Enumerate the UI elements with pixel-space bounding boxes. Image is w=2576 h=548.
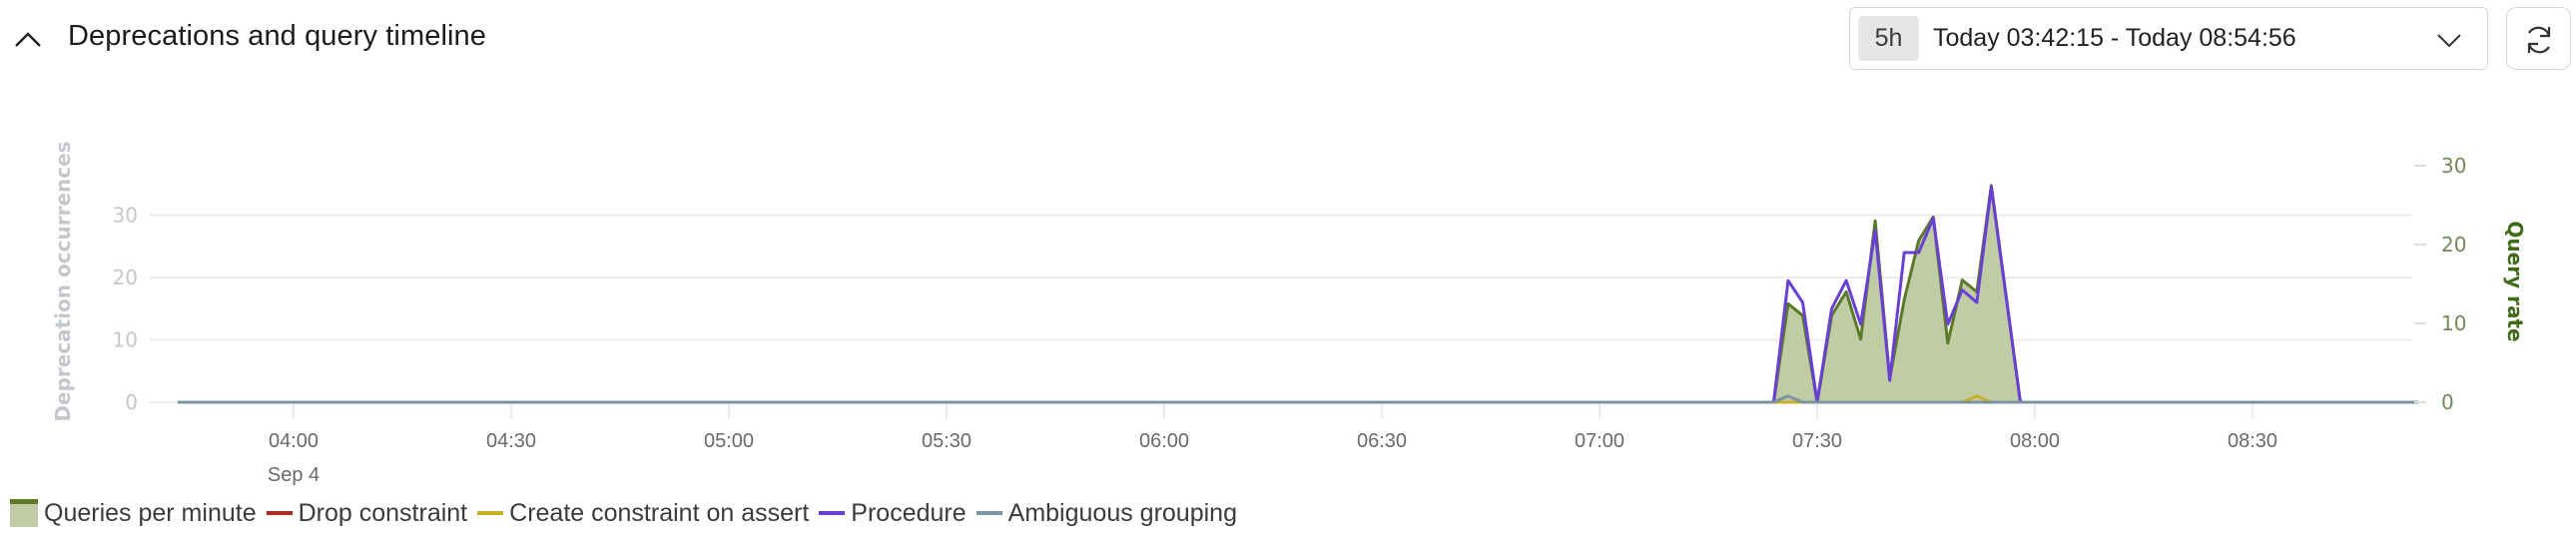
x-axis-tick-label: 07:00 <box>1575 430 1624 452</box>
x-axis-tick-label: 07:30 <box>1792 430 1842 452</box>
x-axis-tick-label: 08:00 <box>2010 430 2060 452</box>
panel-title: Deprecations and query timeline <box>68 20 486 52</box>
left-axis-tick-label: 20 <box>113 266 138 289</box>
right-axis-label: Query rate <box>2503 221 2527 341</box>
x-axis-tick-label: 05:30 <box>922 430 971 452</box>
legend-item-procedure[interactable]: Procedure <box>819 499 966 528</box>
left-axis-tick-label: 0 <box>125 390 138 414</box>
legend-swatch-line <box>975 511 1002 515</box>
panel-header: Deprecations and query timeline 5h Today… <box>0 0 2576 80</box>
legend-swatch-line <box>819 511 846 515</box>
x-axis-tick-label: 06:30 <box>1357 430 1407 452</box>
time-range-picker[interactable]: 5h Today 03:42:15 - Today 08:54:56 <box>1849 7 2488 70</box>
right-axis-tick-label: 20 <box>2441 233 2466 257</box>
refresh-icon <box>2527 26 2551 54</box>
series-line-queries-per-minute <box>178 184 2418 404</box>
chevron-up-icon <box>15 32 41 47</box>
collapse-button[interactable] <box>10 22 46 58</box>
left-axis-label: Deprecation occurrences <box>51 141 75 421</box>
timeline-chart: Deprecation occurrences Query rate Sep 4… <box>51 141 2527 486</box>
left-axis-tick-label: 30 <box>113 204 138 228</box>
chevron-down-icon <box>2437 34 2461 48</box>
legend-item-queries-per-minute[interactable]: Queries per minute <box>10 499 257 528</box>
right-axis-tick-label: 30 <box>2441 154 2466 178</box>
right-axis-tick-label: 10 <box>2441 311 2466 335</box>
legend-label: Drop constraint <box>298 498 468 527</box>
x-axis-tick-label: 04:30 <box>486 430 536 452</box>
x-axis-tick-label: 06:00 <box>1139 430 1189 452</box>
legend-label: Ambiguous grouping <box>1007 498 1237 527</box>
legend-swatch-area <box>10 499 38 527</box>
legend-swatch-line <box>477 511 504 515</box>
series-line-ambiguous-grouping <box>178 394 2418 404</box>
legend-swatch-line <box>266 511 293 515</box>
x-axis-date-label: Sep 4 <box>268 464 320 486</box>
chart-legend: Queries per minute Drop constraint Creat… <box>10 497 1247 529</box>
x-axis-tick-label: 05:00 <box>704 430 754 452</box>
legend-label: Queries per minute <box>44 498 257 527</box>
series-line-procedure <box>178 185 2418 404</box>
refresh-button[interactable] <box>2506 7 2571 70</box>
x-axis-tick-label: 04:00 <box>269 430 319 452</box>
legend-label: Procedure <box>851 498 966 527</box>
series-area-queries-per-minute <box>178 185 2418 402</box>
right-axis-tick-label: 0 <box>2441 390 2454 414</box>
legend-label: Create constraint on assert <box>509 498 810 527</box>
range-text: Today 03:42:15 - Today 08:54:56 <box>1933 24 2296 52</box>
range-duration-badge: 5h <box>1858 16 1919 61</box>
legend-item-ambiguous-grouping[interactable]: Ambiguous grouping <box>975 498 1237 528</box>
x-axis-tick-label: 08:30 <box>2228 430 2277 452</box>
left-axis-tick-label: 10 <box>113 328 138 352</box>
legend-item-drop-constraint[interactable]: Drop constraint <box>266 498 468 528</box>
legend-item-create-constraint[interactable]: Create constraint on assert <box>477 499 809 528</box>
